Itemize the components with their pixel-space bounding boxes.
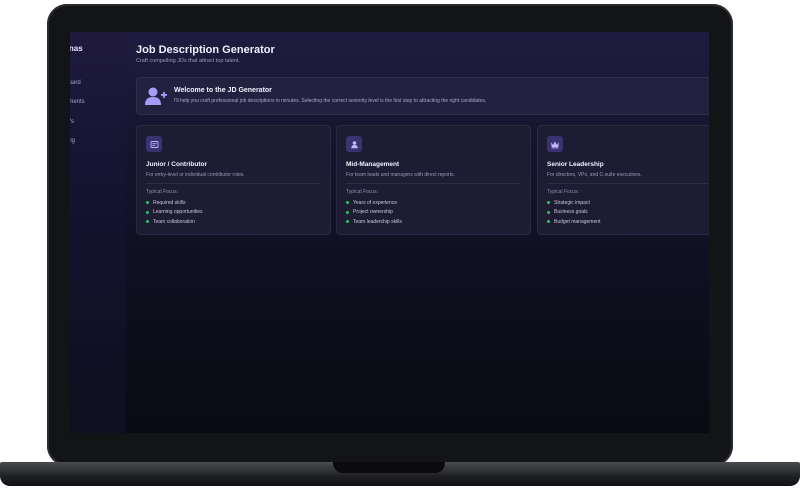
add-user-icon: [145, 87, 167, 105]
page-title: Job Description Generator: [136, 44, 275, 56]
bullet-dot-icon: [547, 201, 550, 205]
sidebar-brand: ersonas: [70, 44, 83, 53]
focus-label: Typical Focus:: [146, 189, 178, 195]
bullet-dot-icon: [346, 210, 349, 214]
focus-item: Strategic impact: [547, 198, 600, 208]
sidebar: ersonas hboard cuments Vs ing: [70, 32, 127, 433]
bullet-dot-icon: [346, 201, 349, 205]
sidebar-item-settings[interactable]: ing: [70, 138, 75, 144]
card-title: Junior / Contributor: [146, 161, 208, 168]
card-divider: [547, 183, 709, 184]
card-divider: [146, 183, 321, 184]
bullet-dot-icon: [146, 220, 149, 224]
sidebar-item-documents[interactable]: cuments: [70, 99, 85, 105]
focus-item: Budget management: [547, 217, 600, 227]
crown-icon: [547, 136, 563, 152]
level-card-mid[interactable]: Mid-Management For team leads and manage…: [336, 125, 531, 235]
card-title: Mid-Management: [346, 161, 400, 168]
bullet-dot-icon: [346, 220, 349, 224]
focus-list: Required skills Learning opportunities T…: [146, 198, 202, 227]
user-badge-icon: [346, 136, 362, 152]
bullet-dot-icon: [547, 220, 550, 224]
focus-item: Project ownership: [346, 208, 402, 218]
bullet-dot-icon: [146, 210, 149, 214]
focus-list: Strategic impact Business goals Budget m…: [547, 198, 600, 227]
focus-label: Typical Focus:: [346, 189, 378, 195]
card-title: Senior Leadership: [547, 161, 604, 168]
card-description: For entry-level or individual contributo…: [146, 172, 245, 178]
laptop-notch: [333, 462, 445, 473]
focus-item: Team collaboration: [146, 217, 202, 227]
welcome-text: I'll help you craft professional job des…: [174, 98, 487, 104]
page-subtitle: Craft compelling JDs that attract top ta…: [136, 58, 240, 64]
id-badge-icon: [146, 136, 162, 152]
focus-item: Learning opportunities: [146, 208, 202, 218]
focus-item: Business goals: [547, 208, 600, 218]
bullet-dot-icon: [547, 210, 550, 214]
level-card-senior[interactable]: Senior Leadership For directors, VPs, an…: [537, 125, 709, 235]
main-content: Job Description Generator Craft compelli…: [126, 32, 709, 433]
focus-item: Required skills: [146, 198, 202, 208]
card-description: For team leads and managers with direct …: [346, 172, 455, 178]
bullet-dot-icon: [146, 201, 149, 205]
focus-list: Years of experience Project ownership Te…: [346, 198, 402, 227]
focus-item: Years of experience: [346, 198, 402, 208]
card-divider: [346, 183, 521, 184]
level-card-junior[interactable]: Junior / Contributor For entry-level or …: [136, 125, 331, 235]
sidebar-item-jds[interactable]: Vs: [70, 119, 74, 125]
card-description: For directors, VPs, and C-suite executiv…: [547, 172, 642, 178]
welcome-title: Welcome to the JD Generator: [174, 87, 272, 94]
focus-label: Typical Focus:: [547, 189, 579, 195]
sidebar-item-dashboard[interactable]: hboard: [70, 80, 81, 86]
focus-item: Team leadership skills: [346, 217, 402, 227]
welcome-banner: Welcome to the JD Generator I'll help yo…: [136, 77, 709, 115]
app-screen: ersonas hboard cuments Vs ing Job Descri…: [70, 32, 709, 433]
